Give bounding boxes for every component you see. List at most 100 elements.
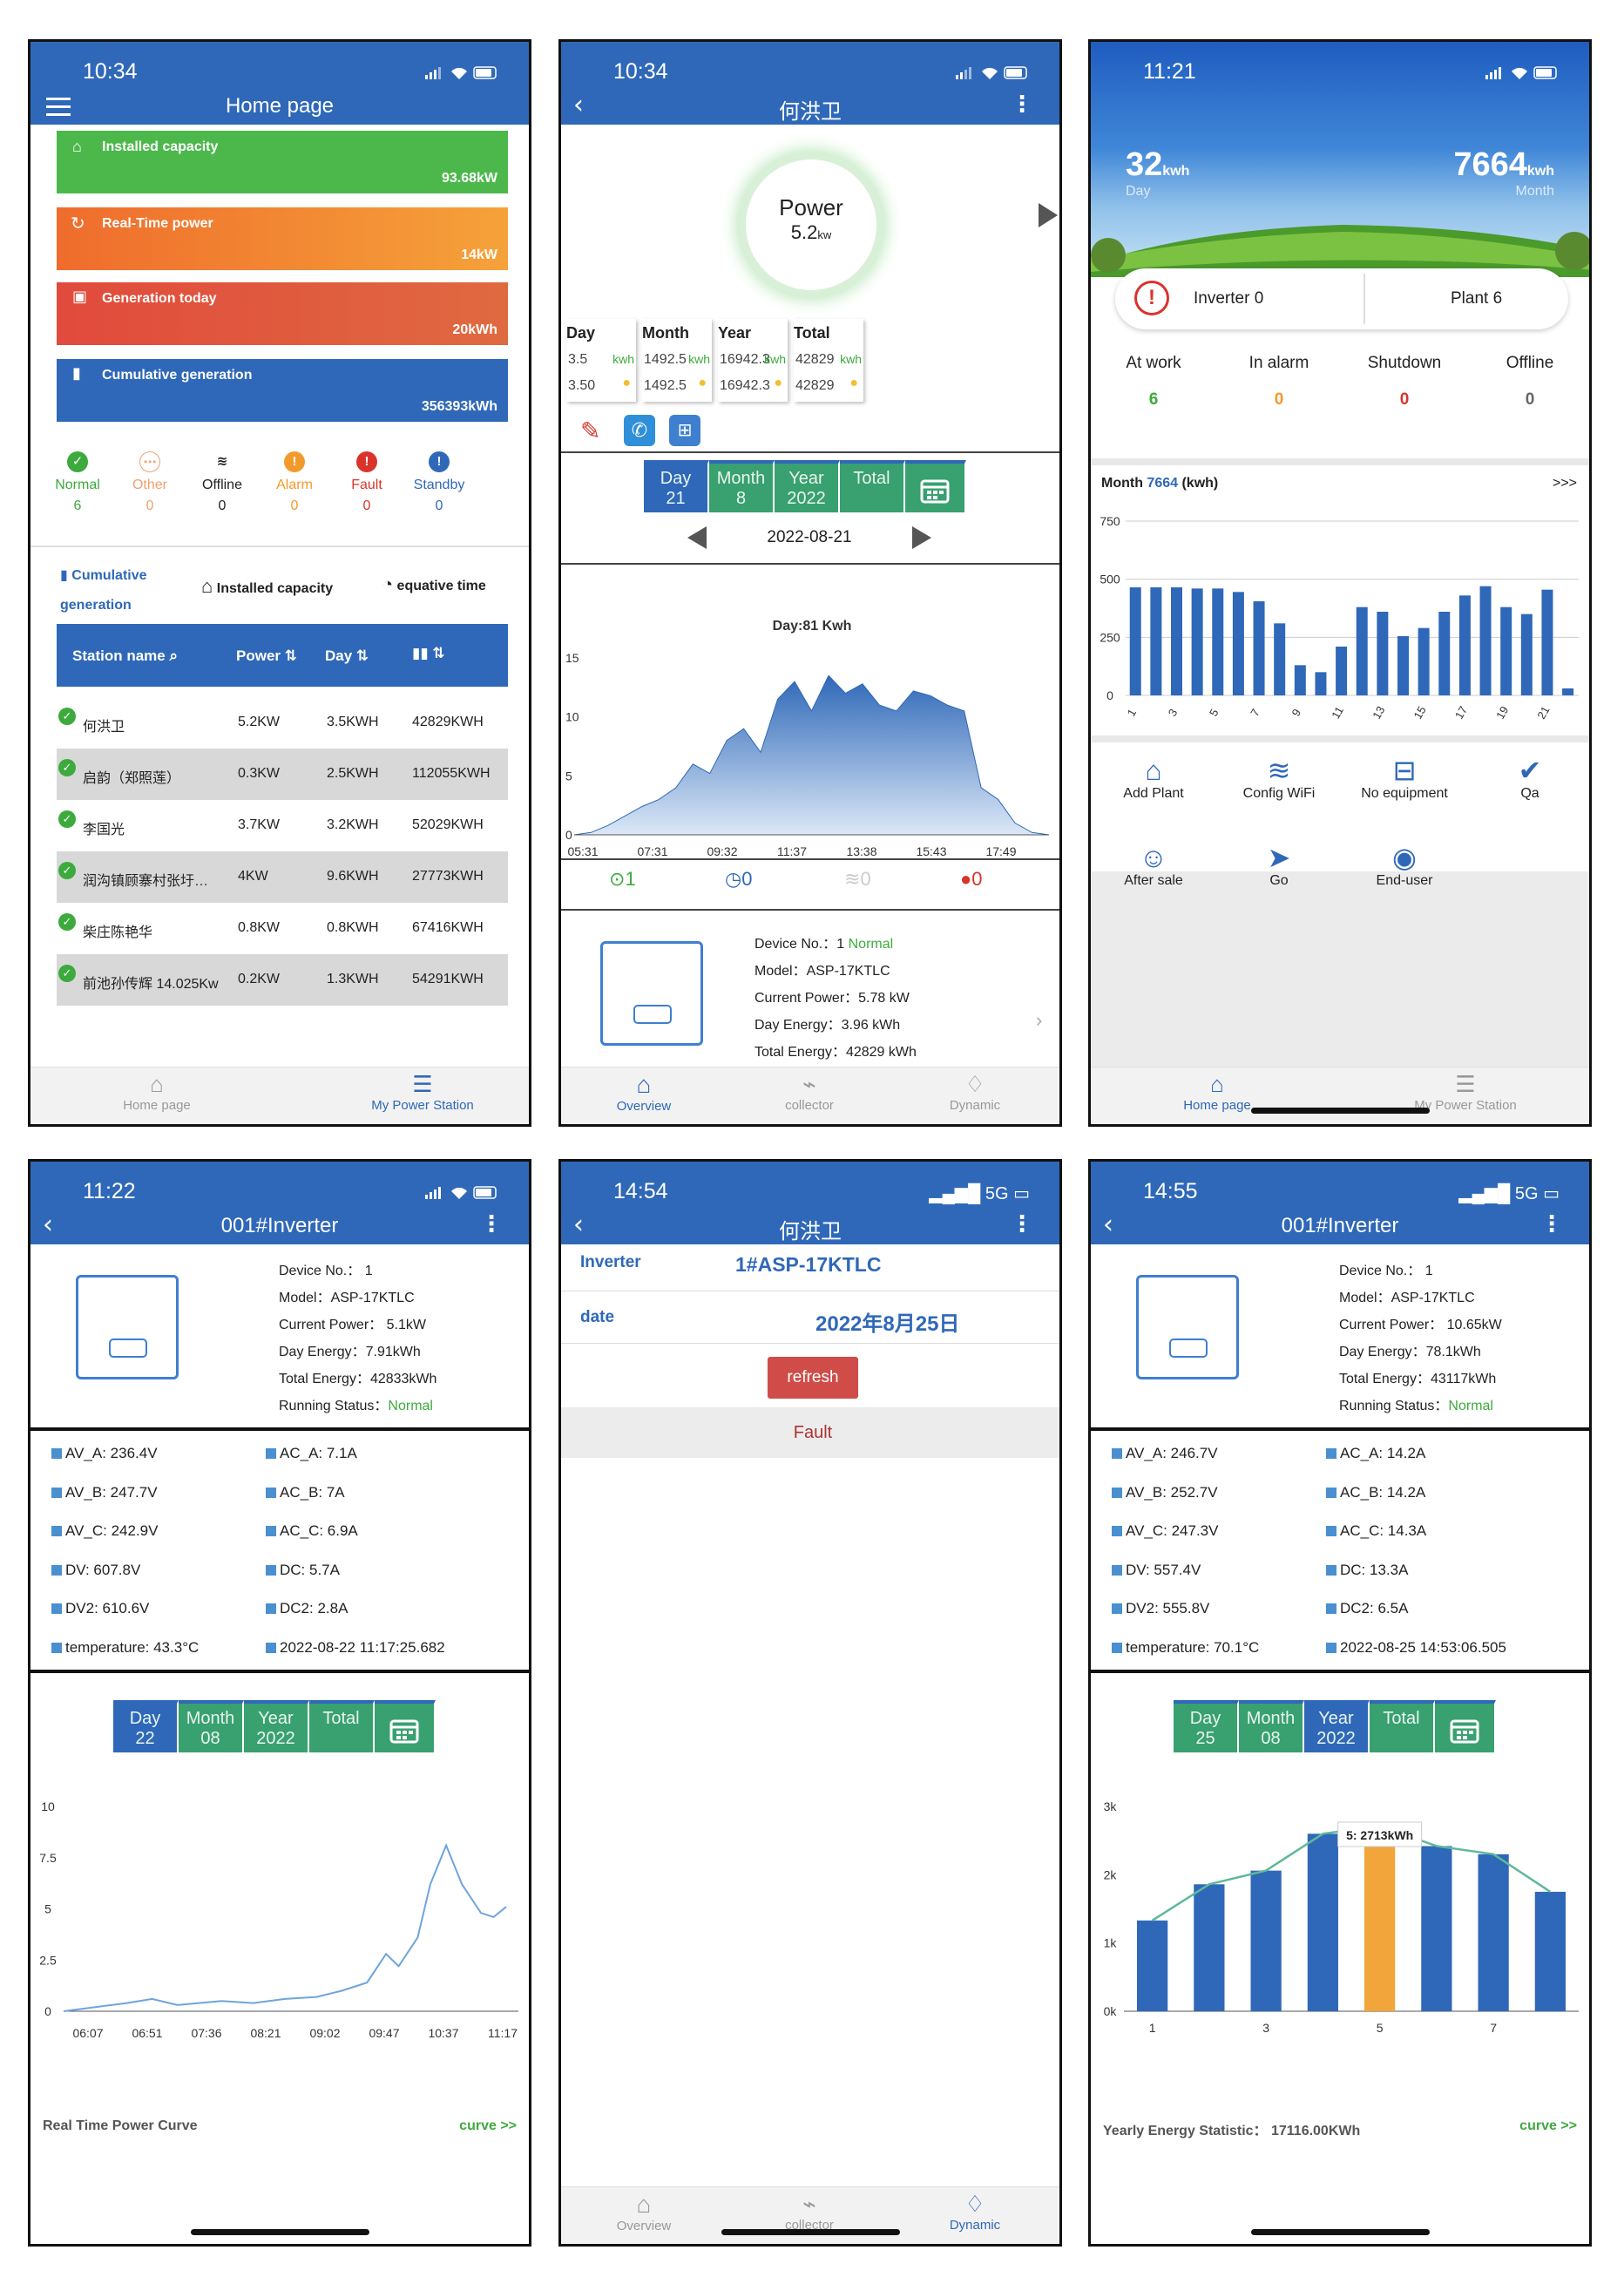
status-other[interactable]: ⋯ Other 0 bbox=[115, 451, 185, 514]
calendar-icon[interactable] bbox=[375, 1700, 436, 1752]
plant-count[interactable]: Plant 6 bbox=[1451, 289, 1502, 308]
calendar-icon[interactable] bbox=[1435, 1700, 1496, 1752]
more-icon[interactable]: ⋮ bbox=[1011, 1212, 1033, 1235]
period-year[interactable]: Year 2022 bbox=[244, 1700, 309, 1752]
tab-my-power-station[interactable]: ☰ My Power Station bbox=[353, 1071, 492, 1113]
tab-overview[interactable]: ⌂ Overview bbox=[596, 2191, 692, 2233]
state-in-alarm[interactable]: In alarm 0 bbox=[1216, 354, 1342, 410]
next-arrow-icon[interactable] bbox=[1039, 203, 1058, 227]
column-day[interactable]: Day ⇅ bbox=[325, 647, 369, 665]
line-series bbox=[63, 1843, 507, 2012]
tab-home[interactable]: ⌂ Home page bbox=[1169, 1071, 1265, 1113]
tab-collector[interactable]: ⌁ collector bbox=[761, 1071, 857, 1113]
cell-station: 柴庄陈艳华 bbox=[83, 925, 153, 940]
x-tick-label: 07:31 bbox=[637, 844, 667, 858]
more-icon[interactable]: ⋮ bbox=[1540, 1212, 1563, 1235]
stat-box-total[interactable]: Total 42829 kwh 42829 ● bbox=[794, 319, 863, 402]
tool-qa[interactable]: ✔ Qa bbox=[1467, 755, 1589, 802]
x-tick-label: 11:37 bbox=[777, 844, 807, 858]
fault-count[interactable]: ●0 bbox=[960, 868, 983, 891]
sort-installed[interactable]: ⌂ Installed capacity bbox=[201, 575, 333, 598]
period-year[interactable]: Year 2022 bbox=[775, 460, 840, 512]
tab-home[interactable]: ⌂ Home page bbox=[109, 1071, 205, 1113]
inverter-select[interactable]: 1#ASP-17KTLC bbox=[735, 1253, 881, 1277]
offline-count[interactable]: ≋0 bbox=[844, 868, 871, 891]
chevron-right-icon[interactable]: › bbox=[1036, 1009, 1042, 1032]
date-picker[interactable]: 2022年8月25日 bbox=[815, 1306, 959, 1337]
tool-after-sale[interactable]: ☺ After sale bbox=[1091, 842, 1216, 889]
calendar-icon[interactable] bbox=[905, 460, 966, 512]
tool-end-user[interactable]: ◉ End-user bbox=[1342, 842, 1467, 889]
period-month[interactable]: Month 08 bbox=[179, 1700, 244, 1752]
next-arrow-icon[interactable] bbox=[912, 526, 931, 549]
tab-overview[interactable]: ⌂ Overview bbox=[596, 1071, 692, 1114]
sort-equative[interactable]: ◔ equative time bbox=[382, 575, 486, 595]
status-offline[interactable]: ≋ Offline 0 bbox=[187, 451, 257, 514]
status-normal[interactable]: ✓ Normal 6 bbox=[43, 451, 112, 514]
period-total[interactable]: Total bbox=[1370, 1700, 1435, 1752]
table-row[interactable]: ✓ 柴庄陈艳华 0.8KW 0.8KWH 67416KWH bbox=[57, 903, 508, 954]
param-text: AV_B: 247.7V bbox=[65, 1483, 158, 1501]
state-offline[interactable]: Offline 0 bbox=[1467, 354, 1589, 410]
table-row[interactable]: ✓ 启韵（郑照莲） 0.3KW 2.5KWH 112055KWH bbox=[57, 749, 508, 800]
period-day[interactable]: Day 22 bbox=[113, 1700, 179, 1752]
period-day[interactable]: Day 21 bbox=[644, 460, 709, 512]
tab-dynamic[interactable]: ♢ Dynamic bbox=[927, 1071, 1023, 1113]
report-icon[interactable]: ✎ bbox=[580, 417, 600, 445]
bar bbox=[1458, 595, 1471, 695]
table-row[interactable]: ✓ 李国光 3.7KW 3.2KWH 52029KWH bbox=[57, 800, 508, 851]
tool-config-wifi[interactable]: ≋ Config WiFi bbox=[1216, 755, 1342, 802]
period-year[interactable]: Year 2022 bbox=[1304, 1700, 1370, 1752]
stat-box-day[interactable]: Day 3.5 kwh 3.50 ● bbox=[566, 319, 636, 402]
coin-icon: ● bbox=[622, 376, 631, 390]
more-icon[interactable]: ⋮ bbox=[1011, 92, 1033, 115]
sort-cumulative[interactable]: ▮ Cumulative generation bbox=[60, 561, 173, 620]
period-total[interactable]: Total bbox=[309, 1700, 375, 1752]
device-card[interactable]: Device No.：1 Normal Model：ASP-17KTLC Cur… bbox=[754, 931, 917, 1066]
tab-dynamic[interactable]: ♢ Dynamic bbox=[927, 2191, 1023, 2233]
inverter-count[interactable]: Inverter 0 bbox=[1194, 289, 1263, 308]
status-standby[interactable]: ! Standby 0 bbox=[404, 451, 474, 514]
card-generation-today[interactable]: ▣ Generation today 20kWh bbox=[57, 282, 508, 345]
alert-icon: ● bbox=[960, 868, 972, 890]
bar bbox=[1232, 592, 1244, 695]
period-day[interactable]: Day 25 bbox=[1174, 1700, 1239, 1752]
column-cumulative[interactable]: ▮▮ ⇅ bbox=[412, 645, 445, 662]
fault-tab[interactable]: Fault bbox=[561, 1407, 1059, 1458]
column-power[interactable]: Power ⇅ bbox=[236, 647, 297, 665]
phone-icon[interactable]: ✆ bbox=[624, 415, 655, 446]
standby-count[interactable]: ◷0 bbox=[725, 868, 752, 891]
state-shutdown[interactable]: Shutdown 0 bbox=[1342, 354, 1467, 410]
period-month[interactable]: Month 8 bbox=[709, 460, 775, 512]
period-month[interactable]: Month 08 bbox=[1239, 1700, 1304, 1752]
card-cumulative-generation[interactable]: ▮ Cumulative generation 356393kWh bbox=[57, 359, 508, 422]
tab-collector[interactable]: ⌁ collector bbox=[761, 2191, 857, 2233]
curve-link[interactable]: curve >> bbox=[1519, 2118, 1577, 2134]
card-label: Cumulative generation bbox=[102, 368, 253, 383]
tool-go[interactable]: ➤ Go bbox=[1216, 842, 1342, 889]
status-alarm[interactable]: ! Alarm 0 bbox=[260, 451, 329, 514]
refresh-button[interactable]: refresh bbox=[768, 1357, 858, 1399]
curve-link[interactable]: curve >> bbox=[459, 2118, 517, 2134]
more-link[interactable]: >>> bbox=[1553, 476, 1577, 491]
table-row[interactable]: ✓ 前池孙传辉 14.025Kw 0.2KW 1.3KWH 54291KWH bbox=[57, 954, 508, 1006]
stat-box-month[interactable]: Month 1492.5 kwh 1492.5 ● bbox=[642, 319, 712, 402]
card-realtime-power[interactable]: ↻ Real-Time power 14kW bbox=[57, 207, 508, 270]
more-icon[interactable]: ⋮ bbox=[480, 1212, 503, 1235]
tool-label: No equipment bbox=[1361, 786, 1448, 801]
card-installed-capacity[interactable]: ⌂ Installed capacity 93.68kW bbox=[57, 131, 508, 193]
prev-arrow-icon[interactable] bbox=[687, 526, 707, 549]
stat-box-year[interactable]: Year 16942.3 kwh 16942.3 ● bbox=[718, 319, 788, 402]
table-row[interactable]: ✓ 何洪卫 5.2KW 3.5KWH 42829KWH bbox=[57, 697, 508, 749]
tool-no-equipment[interactable]: ⊟ No equipment bbox=[1342, 755, 1467, 802]
tool-add-plant[interactable]: ⌂ Add Plant bbox=[1091, 755, 1216, 802]
table-row[interactable]: ✓ 润沟镇顾寨村张圩… 4KW 9.6KWH 27773KWH bbox=[57, 851, 508, 903]
column-station-name[interactable]: Station name ⌕ bbox=[72, 647, 178, 665]
status-fault[interactable]: ! Fault 0 bbox=[332, 451, 402, 514]
period-total[interactable]: Total bbox=[840, 460, 905, 512]
state-at-work[interactable]: At work 6 bbox=[1091, 354, 1216, 410]
tab-my-power-station[interactable]: ☰ My Power Station bbox=[1396, 1071, 1535, 1113]
calculator-icon[interactable]: ⊞ bbox=[669, 415, 700, 446]
list-icon: ☰ bbox=[1455, 1071, 1476, 1097]
normal-count[interactable]: ⊙1 bbox=[609, 868, 636, 891]
